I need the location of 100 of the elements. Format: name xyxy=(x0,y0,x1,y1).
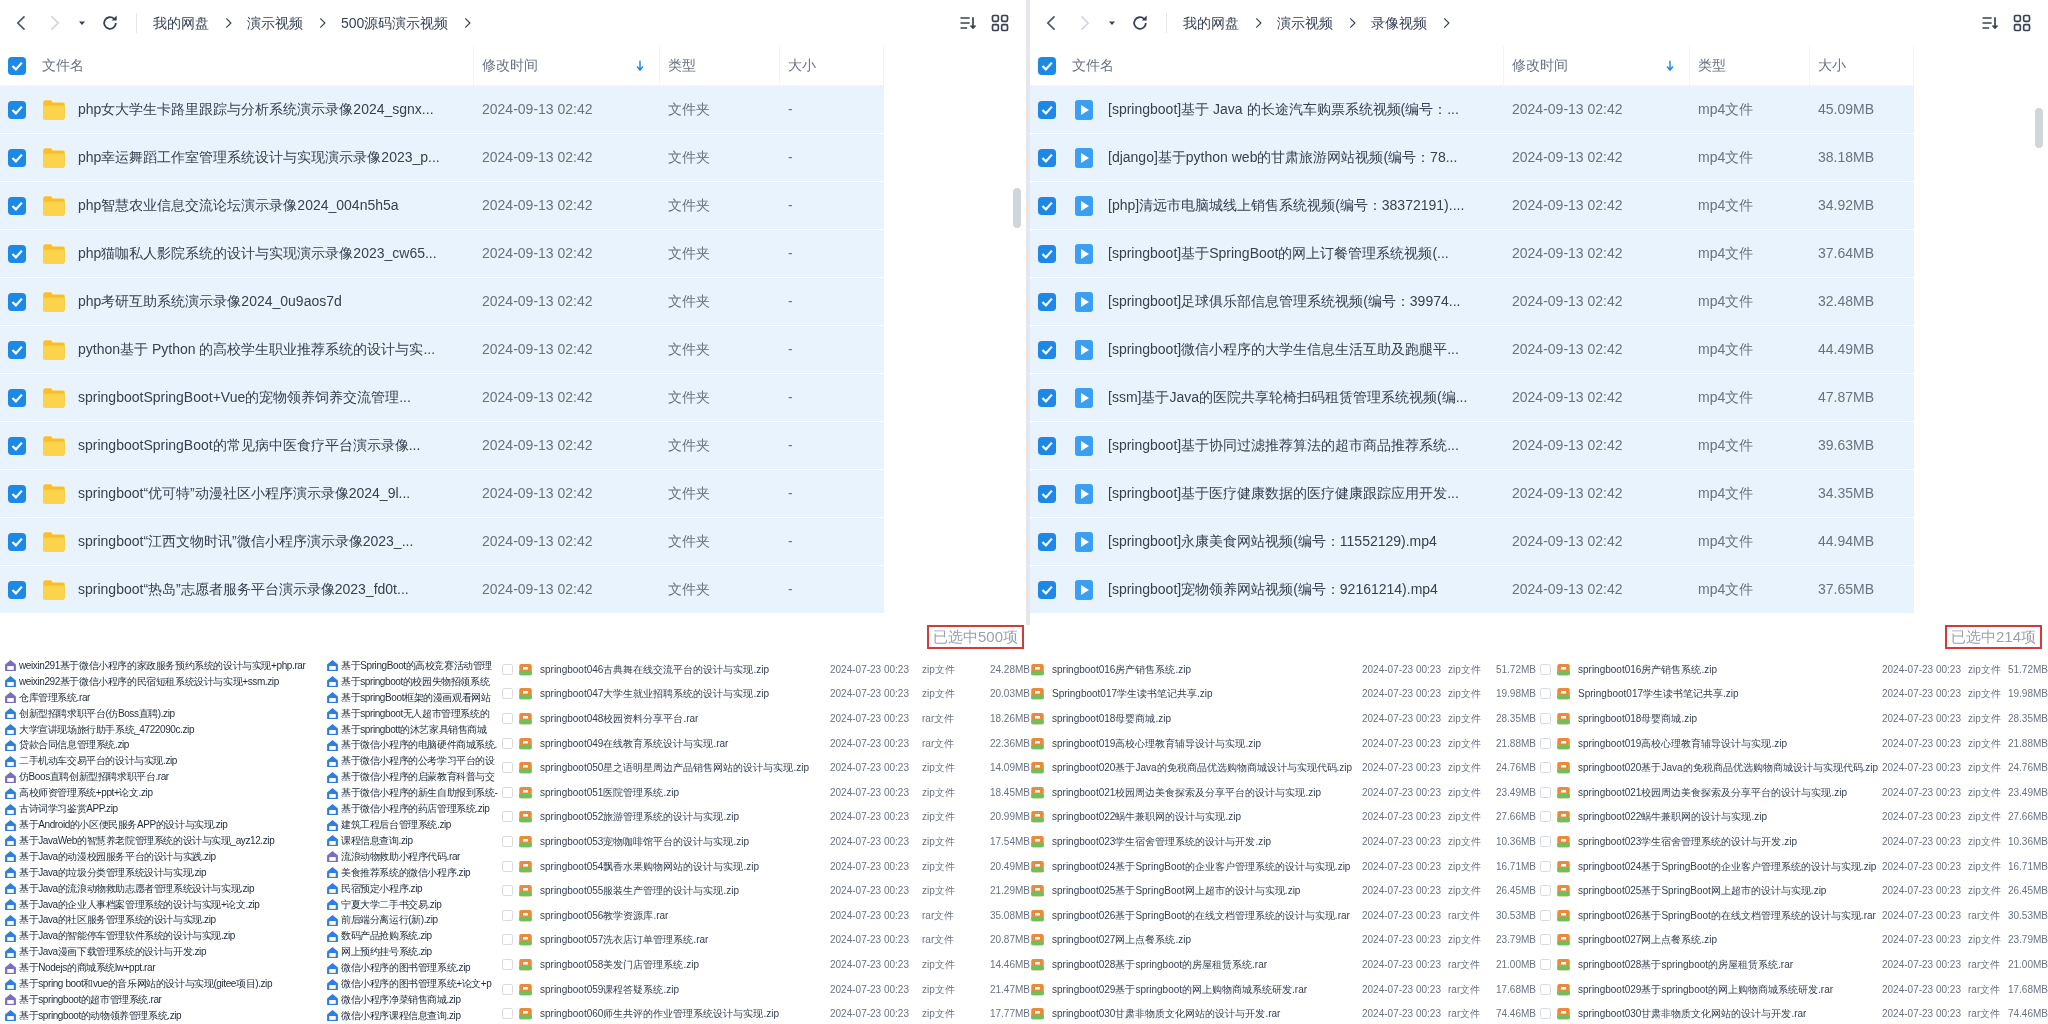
column-header[interactable]: 文件名 xyxy=(1072,55,1114,76)
breadcrumb-link[interactable]: 500源码演示视频 xyxy=(341,12,449,34)
column-header[interactable]: 修改时间 xyxy=(1512,55,1568,76)
checkbox[interactable] xyxy=(8,388,26,407)
archive-icon xyxy=(1030,686,1045,702)
checkbox[interactable] xyxy=(502,737,513,749)
file-row[interactable]: python基于 Python 的高校学生职业推荐系统的设计与实... 2024-09-13 02:42 文件夹 - xyxy=(0,326,884,374)
breadcrumb-link[interactable]: 演示视频 xyxy=(1277,12,1333,34)
checkbox[interactable] xyxy=(502,786,513,798)
file-row[interactable]: [springboot]基于 Java 的长途汽车购票系统视频(编号：... 2024-09-13 02:42 mp4文件 45.09MB xyxy=(1030,86,1914,134)
breadcrumb-link[interactable]: 我的网盘 xyxy=(1183,12,1239,34)
checkbox[interactable] xyxy=(8,100,26,119)
checkbox[interactable] xyxy=(1038,340,1056,359)
checkbox[interactable] xyxy=(1540,909,1551,921)
grid-view-icon[interactable] xyxy=(2012,13,2032,33)
file-row[interactable]: [springboot]基于医疗健康数据的医疗健康跟踪应用开发... 2024-09-13 02:42 mp4文件 34.35MB xyxy=(1030,470,1914,518)
file-row[interactable]: php女大学生卡路里跟踪与分析系统演示录像2024_sgnx... 2024-09-13 02:42 文件夹 - xyxy=(0,86,884,134)
checkbox[interactable] xyxy=(1540,958,1551,970)
file-row[interactable]: [springboot]微信小程序的大学生信息生活互助及跑腿平... 2024-09-13 02:42 mp4文件 44.49MB xyxy=(1030,326,1914,374)
checkbox[interactable] xyxy=(8,484,26,503)
checkbox[interactable] xyxy=(8,196,26,215)
file-size: 30.53MB xyxy=(1495,908,1536,923)
checkbox[interactable] xyxy=(1540,983,1551,995)
checkbox[interactable] xyxy=(502,713,513,724)
file-row[interactable]: [django]基于python web的甘肃旅游网站视频(编号：78... 2024-09-13 02:42 mp4文件 38.18MB xyxy=(1030,134,1914,182)
checkbox[interactable] xyxy=(1540,860,1551,872)
modified-time: 2024-07-23 00:23 xyxy=(830,957,909,972)
checkbox[interactable] xyxy=(8,532,26,551)
grid-view-icon[interactable] xyxy=(990,13,1010,33)
checkbox[interactable] xyxy=(502,958,513,970)
breadcrumb-link[interactable]: 录像视频 xyxy=(1371,12,1427,34)
checkbox[interactable] xyxy=(502,835,513,847)
checkbox[interactable] xyxy=(1038,532,1056,551)
checkbox[interactable] xyxy=(1540,835,1551,847)
file-row[interactable]: [springboot]宠物领养网站视频(编号：92161214).mp4 2024-09-13 02:42 mp4文件 37.65MB xyxy=(1030,566,1914,614)
checkbox[interactable] xyxy=(1038,244,1056,263)
checkbox[interactable] xyxy=(502,688,513,700)
file-row[interactable]: php智慧农业信息交流论坛演示录像2024_004n5h5a 2024-09-13 02:42 文件夹 - xyxy=(0,182,884,230)
column-header[interactable]: 类型 xyxy=(668,55,696,76)
checkbox[interactable] xyxy=(1540,663,1551,675)
scrollbar-thumb[interactable] xyxy=(2035,108,2043,148)
file-row[interactable]: springbootSpringBoot+Vue的宠物领养饲养交流管理... 2024-09-13 02:42 文件夹 - xyxy=(0,374,884,422)
checkbox[interactable] xyxy=(8,340,26,359)
checkbox[interactable] xyxy=(502,811,513,823)
column-header[interactable]: 类型 xyxy=(1698,55,1726,76)
checkbox[interactable] xyxy=(1540,762,1551,774)
file-row[interactable]: springboot“热岛”志愿者服务平台演示录像2023_fd0t... 2024-09-13 02:42 文件夹 - xyxy=(0,566,884,614)
checkbox[interactable] xyxy=(1540,713,1551,724)
scrollbar-thumb[interactable] xyxy=(1013,188,1021,228)
checkbox[interactable] xyxy=(1038,436,1056,455)
checkbox[interactable] xyxy=(1038,292,1056,311)
checkbox[interactable] xyxy=(1038,148,1056,167)
checkbox[interactable] xyxy=(1038,196,1056,215)
checkbox[interactable] xyxy=(8,580,26,599)
file-row[interactable]: php猫咖私人影院系统的设计与实现演示录像2023_cw65... 2024-09-13 02:42 文件夹 - xyxy=(0,230,884,278)
checkbox[interactable] xyxy=(502,860,513,872)
file-row[interactable]: [springboot]基于协同过滤推荐算法的超市商品推荐系统... 2024-09-13 02:42 mp4文件 39.63MB xyxy=(1030,422,1914,470)
checkbox[interactable] xyxy=(8,244,26,263)
checkbox[interactable] xyxy=(1540,934,1551,946)
checkbox[interactable] xyxy=(1540,737,1551,749)
file-row[interactable]: [ssm]基于Java的医院共享轮椅扫码租赁管理系统视频(编... 2024-09-13 02:42 mp4文件 47.87MB xyxy=(1030,374,1914,422)
checkbox[interactable] xyxy=(1540,688,1551,700)
refresh-icon[interactable] xyxy=(1130,13,1150,33)
checkbox[interactable] xyxy=(8,56,26,75)
checkbox[interactable] xyxy=(8,436,26,455)
checkbox[interactable] xyxy=(502,885,513,897)
file-row[interactable]: php幸运舞蹈工作室管理系统设计与实现演示录像2023_p... 2024-09-13 02:42 文件夹 - xyxy=(0,134,884,182)
file-row[interactable]: springboot“江西文物时讯”微信小程序演示录像2023_... 2024-09-13 02:42 文件夹 - xyxy=(0,518,884,566)
checkbox[interactable] xyxy=(1038,580,1056,599)
checkbox[interactable] xyxy=(502,934,513,946)
column-header[interactable]: 大小 xyxy=(788,55,816,76)
checkbox[interactable] xyxy=(502,1008,513,1020)
file-row[interactable]: php考研互助系统演示录像2024_0u9aos7d 2024-09-13 02:42 文件夹 - xyxy=(0,278,884,326)
refresh-icon[interactable] xyxy=(100,13,120,33)
checkbox[interactable] xyxy=(1038,388,1056,407)
breadcrumb-link[interactable]: 我的网盘 xyxy=(153,12,209,34)
checkbox[interactable] xyxy=(502,983,513,995)
column-header[interactable]: 修改时间 xyxy=(482,55,538,76)
checkbox[interactable] xyxy=(502,663,513,675)
checkbox[interactable] xyxy=(1540,786,1551,798)
file-row[interactable]: [springboot]基于SpringBoot的网上订餐管理系统视频(... 2024-09-13 02:42 mp4文件 37.64MB xyxy=(1030,230,1914,278)
archive-icon xyxy=(1030,760,1045,776)
file-row[interactable]: springboot“优可特”动漫社区小程序演示录像2024_9l... 2024-09-13 02:42 文件夹 - xyxy=(0,470,884,518)
checkbox[interactable] xyxy=(1038,484,1056,503)
file-row[interactable]: [springboot]足球俱乐部信息管理系统视频(编号：39974... 2024-09-13 02:42 mp4文件 32.48MB xyxy=(1030,278,1914,326)
file-row[interactable]: [php]清远市电脑城线上销售系统视频(编号：38372191).... 2024-09-13 02:42 mp4文件 34.92MB xyxy=(1030,182,1914,230)
checkbox[interactable] xyxy=(8,148,26,167)
file-row[interactable]: springbootSpringBoot的常见病中医食疗平台演示录像... 2024-09-13 02:42 文件夹 - xyxy=(0,422,884,470)
checkbox[interactable] xyxy=(1038,100,1056,119)
checkbox[interactable] xyxy=(8,292,26,311)
checkbox[interactable] xyxy=(1540,885,1551,897)
checkbox[interactable] xyxy=(502,909,513,921)
breadcrumb-link[interactable]: 演示视频 xyxy=(247,12,303,34)
file-row[interactable]: [springboot]永康美食网站视频(编号：11552129).mp4 2024-09-13 02:42 mp4文件 44.94MB xyxy=(1030,518,1914,566)
checkbox[interactable] xyxy=(502,762,513,774)
column-header[interactable]: 文件名 xyxy=(42,55,84,76)
checkbox[interactable] xyxy=(1038,56,1056,75)
checkbox[interactable] xyxy=(1540,811,1551,823)
checkbox[interactable] xyxy=(1540,1008,1551,1020)
column-header[interactable]: 大小 xyxy=(1818,55,1846,76)
